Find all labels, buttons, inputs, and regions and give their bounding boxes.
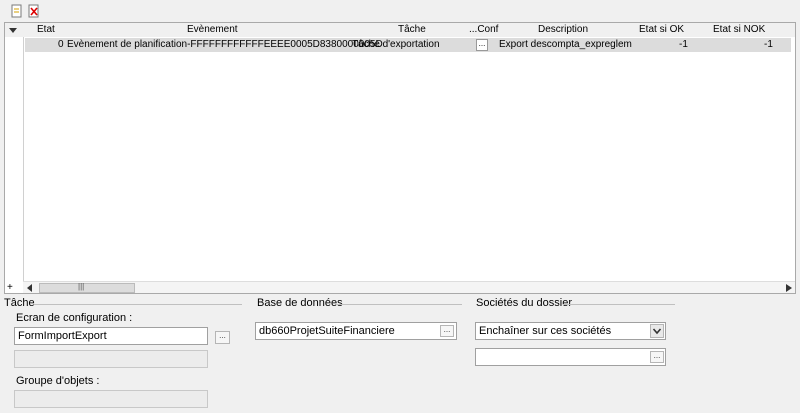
delete-document-button[interactable] (27, 4, 41, 21)
groupe-objets-label: Groupe d'objets : (16, 375, 100, 387)
new-document-button[interactable] (10, 4, 24, 21)
col-header-etat-ok[interactable]: Etat si OK (639, 24, 684, 35)
ecran-config-field[interactable]: FormImportExport (14, 327, 208, 345)
row-menu-icon[interactable] (9, 25, 17, 37)
scroll-left-icon[interactable] (27, 283, 33, 295)
cell-description: Export descompta_expreglem (499, 39, 632, 50)
col-header-tache[interactable]: Tâche (398, 24, 426, 35)
cell-etat-nok: -1 (764, 39, 773, 50)
societes-list-field[interactable] (475, 348, 666, 366)
grid-header: Etat Evènement Tâche ...Conf Description… (5, 23, 795, 37)
delete-document-icon (28, 4, 39, 18)
ecran-config-label: Ecran de configuration : (16, 312, 133, 324)
new-document-icon (11, 4, 22, 18)
events-grid[interactable]: Etat Evènement Tâche ...Conf Description… (4, 22, 796, 294)
cell-conf-button[interactable]: ... (476, 39, 488, 51)
ecran-config-extra-field (14, 350, 208, 368)
table-row[interactable]: 0 Evènement de planification-FFFFFFFFFFF… (25, 38, 791, 52)
col-header-description[interactable]: Description (538, 24, 588, 35)
scroll-grip: ||| (78, 282, 85, 291)
base-group-line (336, 304, 462, 305)
scroll-thumb[interactable]: ||| (39, 282, 135, 293)
societes-browse-button[interactable]: ... (650, 351, 664, 363)
col-header-etat[interactable]: Etat (37, 24, 55, 35)
tache-group-title: Tâche (4, 297, 35, 309)
col-header-etat-nok[interactable]: Etat si NOK (713, 24, 765, 35)
add-row-button[interactable]: + (7, 282, 13, 293)
groupe-objets-field (14, 390, 208, 408)
cell-evenement: Evènement de planification-FFFFFFFFFFFFE… (67, 39, 383, 50)
cell-etat: 0 (58, 39, 64, 50)
cell-etat-ok: -1 (679, 39, 688, 50)
scroll-right-icon[interactable] (786, 283, 792, 295)
base-group-title: Base de données (257, 297, 343, 309)
societes-group-title: Sociétés du dossier (476, 297, 572, 309)
base-donnees-browse-button[interactable]: ... (440, 325, 454, 337)
row-header-column (5, 37, 24, 281)
col-header-evenement[interactable]: Evènement (187, 24, 238, 35)
ecran-config-browse-button[interactable]: ... (215, 331, 230, 344)
horizontal-scrollbar[interactable]: ||| (23, 281, 795, 293)
base-donnees-field[interactable]: db660ProjetSuiteFinanciere (255, 322, 457, 340)
tache-group-line (34, 304, 242, 305)
cell-tache: Tâche d'exportation (352, 39, 440, 50)
societes-group-line (563, 304, 675, 305)
col-header-conf[interactable]: ...Conf (469, 24, 498, 35)
chevron-down-icon (652, 328, 662, 335)
societes-dropdown-button[interactable] (650, 324, 664, 338)
societes-select[interactable]: Enchaîner sur ces sociétés (475, 322, 666, 340)
